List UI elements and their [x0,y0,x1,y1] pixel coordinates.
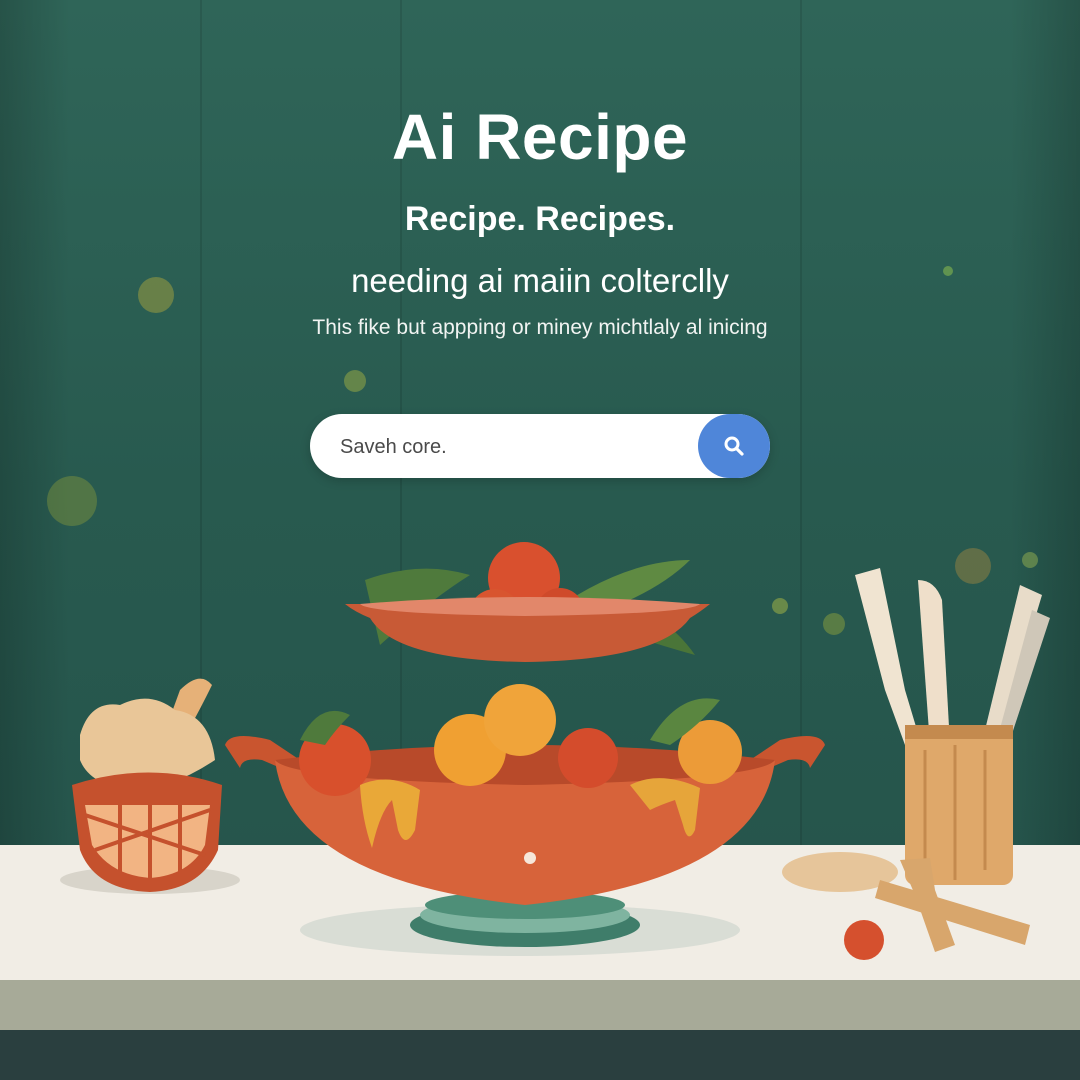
snack-bowl-illustration [72,678,222,892]
pot-illustration [225,684,825,905]
kitchen-illustration [60,542,1050,960]
utensil-holder-illustration [855,568,1050,885]
upper-dish-illustration [345,542,710,662]
